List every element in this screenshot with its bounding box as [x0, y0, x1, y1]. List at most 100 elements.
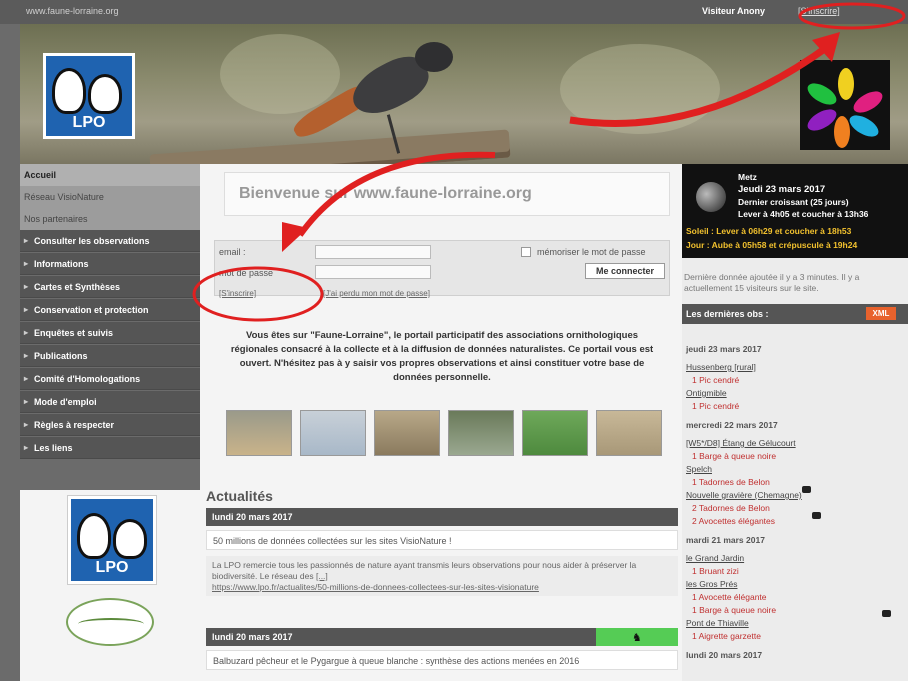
photo-thumbnail[interactable] [596, 410, 662, 456]
obs-species[interactable]: 1 Aigrette garzette [692, 631, 761, 641]
join-link-top[interactable]: [S'inscrire] [798, 6, 840, 16]
forgot-password-link[interactable]: [J'ai perdu mon mot de passe] [323, 289, 430, 298]
sidebar-nav-item[interactable]: ▸ Cartes et Synthèses [20, 276, 200, 298]
sidebar-nav-item[interactable]: ▸ Conservation et protection [20, 299, 200, 321]
camera-icon[interactable] [812, 512, 821, 519]
photo-thumbnail[interactable] [374, 410, 440, 456]
sidebar-nav-item[interactable]: ▸ Les liens [20, 437, 200, 459]
chevron-right-icon: ▸ [24, 305, 29, 314]
welcome-box: Bienvenue sur www.faune-lorraine.org [224, 172, 670, 216]
news-url-link[interactable]: https://www.lpo.fr/actualites/50-million… [212, 582, 539, 592]
sidebar-nav-label: Règles à respecter [34, 420, 115, 430]
password-field[interactable] [315, 265, 431, 279]
obs-date: jeudi 23 mars 2017 [686, 344, 762, 354]
obs-place[interactable]: Pont de Thiaville [686, 618, 749, 628]
puffin-icon [88, 74, 122, 114]
sidebar-partners[interactable]: Nos partenaires [20, 208, 200, 230]
right-panel: Metz Jeudi 23 mars 2017 Dernier croissan… [682, 164, 908, 681]
petal-icon [838, 68, 854, 100]
obs-date: mardi 21 mars 2017 [686, 535, 765, 545]
news-more-link[interactable]: [...] [316, 571, 328, 581]
sidebar-nav-item[interactable]: ▸ Consulter les observations [20, 230, 200, 252]
sidebar-nav-item[interactable]: ▸ Mode d'emploi [20, 391, 200, 413]
obs-species[interactable]: 1 Bruant zizi [692, 566, 739, 576]
photo-thumbnail[interactable] [300, 410, 366, 456]
chevron-right-icon: ▸ [24, 328, 29, 337]
connect-button[interactable]: Me connecter [585, 263, 665, 279]
obs-species[interactable]: 2 Tadornes de Belon [692, 503, 770, 513]
chevron-right-icon: ▸ [24, 351, 29, 360]
main-content: Bienvenue sur www.faune-lorraine.org ema… [200, 164, 682, 681]
chevron-right-icon: ▸ [24, 443, 29, 452]
xml-button[interactable]: XML [866, 307, 896, 320]
sidebar-nav-label: Enquêtes et suivis [34, 328, 114, 338]
partner-oval-logo[interactable] [66, 598, 154, 646]
obs-place[interactable]: les Gros Prés [686, 579, 738, 589]
sidebar-nav-label: Mode d'emploi [34, 397, 97, 407]
chevron-right-icon: ▸ [24, 259, 29, 268]
intro-text: Vous êtes sur "Faune-Lorraine", le porta… [230, 330, 654, 383]
news-body: La LPO remercie tous les passionnés de n… [206, 556, 678, 596]
obs-species[interactable]: 1 Barge à queue noire [692, 451, 776, 461]
petal-icon [834, 116, 850, 148]
news-headline[interactable]: 50 millions de données collectées sur le… [206, 530, 678, 550]
ephemeris-box: Metz Jeudi 23 mars 2017 Dernier croissan… [682, 164, 908, 258]
ephemeris-date: Jeudi 23 mars 2017 [738, 184, 826, 195]
obs-place[interactable]: le Grand Jardin [686, 553, 744, 563]
waves-icon [78, 618, 144, 630]
join-link[interactable]: [S'inscrire] [219, 289, 256, 298]
obs-place[interactable]: Ontigmible [686, 388, 727, 398]
news-body-text: La LPO remercie tous les passionnés de n… [212, 560, 637, 581]
sidebar-network[interactable]: Réseau VisioNature [20, 186, 200, 208]
obs-species[interactable]: 2 Avocettes élégantes [692, 516, 775, 526]
obs-place[interactable]: Spelch [686, 464, 712, 474]
camera-icon[interactable] [802, 486, 811, 493]
obs-species[interactable]: 1 Pic cendré [692, 375, 739, 385]
camera-icon[interactable] [882, 610, 891, 617]
sidebar-nav-item[interactable]: ▸ Publications [20, 345, 200, 367]
header-banner [20, 24, 908, 183]
sidebar-home[interactable]: Accueil [20, 164, 200, 186]
sidebar-nav-item[interactable]: ▸ Informations [20, 253, 200, 275]
photo-thumbnail[interactable] [522, 410, 588, 456]
sidebar-nav-label: Consulter les observations [34, 236, 150, 246]
photo-thumbnail[interactable] [448, 410, 514, 456]
remember-label: mémoriser le mot de passe [537, 247, 646, 257]
puffin-icon [113, 519, 147, 559]
welcome-title: Bienvenue sur www.faune-lorraine.org [239, 185, 532, 202]
sidebar: Accueil Réseau VisioNature Nos partenair… [20, 164, 200, 494]
petal-icon [850, 87, 886, 117]
sidebar-logos: LPO [20, 490, 200, 681]
lpo-logo-sidebar[interactable]: LPO [67, 495, 157, 585]
moon-times: Lever à 4h05 et coucher à 13h36 [738, 209, 869, 219]
obs-date: lundi 20 mars 2017 [686, 650, 763, 660]
obs-place[interactable]: Hussenberg [rural] [686, 362, 756, 372]
sidebar-nav-label: Cartes et Synthèses [34, 282, 121, 292]
last-data-info: Dernière donnée ajoutée il y a 3 minutes… [684, 272, 860, 293]
visitor-label: Visiteur Anony [702, 6, 766, 16]
puffin-icon [52, 68, 86, 114]
remember-checkbox[interactable] [521, 247, 531, 257]
obs-place[interactable]: [W5*/D8] Étang de Gélucourt [686, 438, 796, 448]
petal-icon [804, 79, 840, 109]
obs-species[interactable]: 1 Pic cendré [692, 401, 739, 411]
obs-species[interactable]: 1 Avocette élégante [692, 592, 767, 602]
email-field[interactable] [315, 245, 431, 259]
chevron-right-icon: ▸ [24, 282, 29, 291]
sidebar-nav-item[interactable]: ▸ Règles à respecter [20, 414, 200, 436]
news-date: lundi 20 mars 2017 [206, 508, 678, 526]
photo-thumbnail[interactable] [226, 410, 292, 456]
sidebar-nav-item[interactable]: ▸ Comité d'Homologations [20, 368, 200, 390]
browser-frame: www.faune-lorraine.org Visiteur Anony [S… [0, 0, 908, 681]
obs-place[interactable]: Nouvelle gravière (Chemagne) [686, 490, 802, 500]
lpo-logo-header[interactable]: LPO [43, 53, 135, 139]
obs-species[interactable]: 1 Barge à queue noire [692, 605, 776, 615]
top-bar: www.faune-lorraine.org Visiteur Anony [S… [0, 0, 908, 24]
sun-times: Soleil : Lever à 06h29 et coucher à 18h5… [686, 226, 852, 236]
sidebar-nav-item[interactable]: ▸ Enquêtes et suivis [20, 322, 200, 344]
obs-species[interactable]: 1 Tadornes de Belon [692, 477, 770, 487]
sidebar-nav-label: Informations [34, 259, 89, 269]
login-form: email : mémoriser le mot de passe mot de… [214, 240, 670, 298]
news-headline[interactable]: Balbuzard pêcheur et le Pygargue à queue… [206, 650, 678, 670]
ephemeris-city: Metz [738, 172, 757, 182]
